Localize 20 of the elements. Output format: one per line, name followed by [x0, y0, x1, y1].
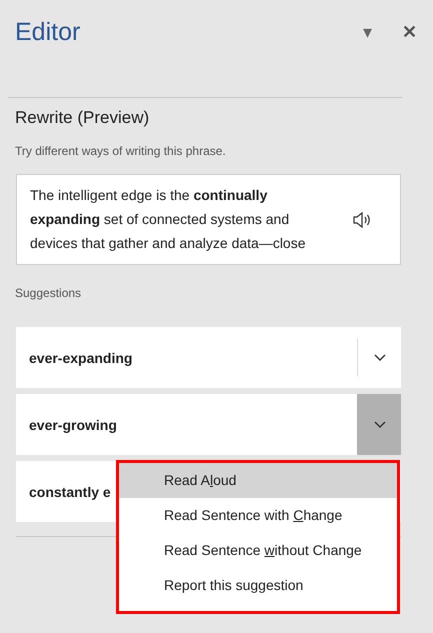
- phrase-text: The intelligent edge is the continually expanding set of connected systems and devices that gather and analyze data—close: [30, 186, 307, 253]
- pane-options-button[interactable]: ▾: [363, 21, 372, 43]
- expand-button[interactable]: [357, 394, 401, 455]
- suggestion-text: ever-expanding: [28, 350, 134, 366]
- section-heading: Rewrite (Preview): [15, 108, 150, 128]
- suggestion-card[interactable]: ever-growing: [16, 394, 401, 455]
- menu-item[interactable]: Read Sentence without Change: [119, 533, 397, 568]
- menu-item[interactable]: Read Sentence with Change: [119, 498, 397, 533]
- suggestions-heading: Suggestions: [15, 286, 82, 300]
- menu-item[interactable]: Report this suggestion: [119, 568, 397, 603]
- close-button[interactable]: ✕: [402, 21, 417, 43]
- menu-item[interactable]: Read Aloud: [119, 463, 397, 498]
- suggestion-text: ever-growing: [28, 416, 118, 432]
- suggestion-card[interactable]: ever-expanding: [16, 327, 401, 388]
- suggestion-text: constantly e: [28, 484, 112, 500]
- chevron-icon: [374, 420, 386, 428]
- chevron-icon: [374, 354, 386, 362]
- pane-title: Editor: [15, 18, 82, 46]
- hint-text: Try different ways of writing this phrase.: [15, 144, 227, 158]
- speaker-icon[interactable]: [352, 211, 372, 229]
